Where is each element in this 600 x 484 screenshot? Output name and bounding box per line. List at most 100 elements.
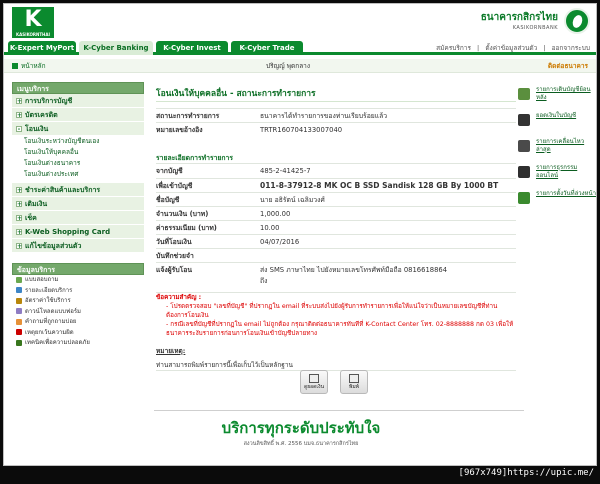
action-buttons: ดูยอดเงิน พิมพ์ [300, 370, 380, 394]
quick-link[interactable]: รายการตั้งวันที่ล่วงหน้า [518, 190, 596, 216]
sidebar-subitem-other-bank[interactable]: โอนเงินต่างธนาคาร [12, 158, 144, 169]
to-account-row: เพื่อเข้าบัญชี 011-8-37912-8 MK OC B SSD … [156, 178, 516, 192]
status-label: สถานะการทำรายการ [156, 112, 220, 120]
date-label: วันที่โอนเงิน [156, 238, 192, 246]
print-button[interactable]: พิมพ์ [340, 370, 368, 394]
info-item[interactable]: ดาวน์โหลดแบบฟอร์ม [12, 307, 144, 318]
fee-label: ค่าธรรมเนียม (บาท) [156, 224, 217, 232]
notice-heading: ข้อความสำคัญ : [156, 294, 202, 301]
account-name-label: ชื่อบัญชี [156, 196, 180, 204]
header: K KASIKORNTHAI ธนาคารกสิกรไทย KASIKORNBA… [4, 4, 596, 40]
fee-value: 10.00 [260, 224, 280, 232]
quick-link-label: รายการตั้งวันที่ล่วงหน้า [536, 190, 596, 197]
quick-link-icon [518, 88, 530, 100]
notify-value: ส่ง SMS ภาษาไทย ไปยังหมายเลขโทรศัพท์มือถ… [260, 266, 448, 274]
sidebar-item-web-shopping-card[interactable]: + K-Web Shopping Card [12, 225, 144, 239]
date-row: วันที่โอนเงิน 04/07/2016 [156, 234, 516, 248]
amount-value: 1,000.00 [260, 210, 291, 218]
info-item[interactable]: เทคนิคเพื่อความปลอดภัย [12, 338, 144, 349]
sidebar-subitem-own-account[interactable]: โอนเงินระหว่างบัญชีตนเอง [12, 136, 144, 147]
info-item-icon [16, 318, 22, 325]
sidebar-item-label: K-Web Shopping Card [25, 228, 111, 236]
quick-link[interactable]: รายการเคลื่อนไหวล่าสุด [518, 138, 596, 164]
reference-label: หมายเลขอ้างอิง [156, 126, 203, 134]
info-item[interactable]: เหตุยกเว้นความผิด [12, 328, 144, 339]
sidebar-item-label: เช็ค [25, 214, 37, 222]
sidebar-item-edit-profile[interactable]: + แก้ไขข้อมูลส่วนตัว [12, 239, 144, 253]
tab-k-cyber-invest[interactable]: K-Cyber Invest [156, 41, 228, 55]
apply-link[interactable]: สมัครบริการ [436, 44, 471, 52]
quick-link[interactable]: ยอดเงินในบัญชี [518, 112, 596, 138]
sidebar-item-label: แก้ไขข้อมูลส่วนตัว [25, 242, 82, 250]
quick-link-icon [518, 166, 530, 178]
home-link[interactable]: หน้าหลัก [12, 59, 46, 73]
bank-name-english: KASIKORNBANK [512, 25, 558, 31]
info-item[interactable]: คำถามที่ถูกถามบ่อย [12, 317, 144, 328]
logout-link[interactable]: ออกจากระบบ [552, 44, 590, 52]
info-item-label: คำถามที่ถูกถามบ่อย [25, 318, 77, 325]
bank-name-thai: ธนาคารกสิกรไทย [480, 12, 558, 23]
quick-link[interactable]: รายการธุรกรรมออนไลน์ [518, 164, 596, 190]
important-notice: ข้อความสำคัญ : - โปรดตรวจสอบ "เลขที่บัญช… [156, 292, 516, 338]
info-item-icon [16, 276, 22, 283]
info-item[interactable]: รายละเอียดบริการ [12, 286, 144, 297]
logo-subtext: KASIKORNTHAI [12, 32, 54, 38]
top-links: สมัครบริการ | ตั้งค่าข้อมูลส่วนตัว | ออก… [436, 44, 590, 52]
amount-row: จำนวนเงิน (บาท) 1,000.00 [156, 206, 516, 220]
printer-icon [349, 374, 359, 383]
info-item-icon [16, 287, 22, 293]
quick-link-label: รายการเคลื่อนไหวล่าสุด [536, 138, 585, 153]
sidebar-item-top-up[interactable]: + เติมเงิน [12, 197, 144, 211]
remark-label: หมายเหตุ: [156, 347, 186, 355]
home-label: หน้าหลัก [21, 62, 46, 70]
sidebar-item-label: การบริการบัญชี [25, 97, 73, 105]
sidebar-item-label: โอนเงิน [25, 125, 49, 133]
quick-link[interactable]: รายการเดินบัญชีย้อนหลัง [518, 86, 596, 112]
quick-links: รายการเดินบัญชีย้อนหลัง ยอดเงินในบัญชีราย… [518, 86, 596, 216]
sidebar-item-bill-payment[interactable]: + ชำระค่าสินค้าและบริการ [12, 183, 144, 197]
settings-link[interactable]: ตั้งค่าข้อมูลส่วนตัว [485, 44, 537, 52]
to-account-value: 011-8-37912-8 MK OC B SSD Sandisk 128 GB… [260, 181, 499, 190]
from-account-row: จากบัญชี 485-2-41425-7 [156, 164, 516, 178]
tab-k-cyber-banking[interactable]: K-Cyber Banking [79, 41, 153, 55]
reference-value: TRTR160704133007040 [260, 126, 343, 134]
info-item-icon [16, 297, 22, 304]
date-value: 04/07/2016 [260, 238, 300, 246]
from-account-value: 485-2-41425-7 [260, 167, 311, 175]
slogan: บริการทุกระดับประทับใจ [221, 419, 381, 437]
expand-icon: + [16, 112, 23, 119]
status-value: ธนาคารได้ทำรายการของท่านเรียบร้อยแล้ว [260, 112, 388, 120]
tab-k-expert-myport[interactable]: K-Expert MyPort [8, 41, 76, 55]
quick-link-label: ยอดเงินในบัญชี [536, 112, 577, 119]
info-item-icon [16, 308, 22, 314]
info-item[interactable]: แบบสอบถาม [12, 275, 144, 286]
details-section-label: รายละเอียดการทำรายการ [156, 152, 516, 164]
view-balance-button[interactable]: ดูยอดเงิน [300, 370, 328, 394]
sidebar-item-cheque[interactable]: + เช็ค [12, 211, 144, 225]
quick-link-icon [518, 114, 530, 126]
quick-link-label: รายการธุรกรรมออนไลน์ [536, 164, 578, 179]
info-item[interactable]: อัตราค่าใช้บริการ [12, 296, 144, 307]
notify-label: แจ้งผู้รับโอน [156, 266, 193, 274]
sidebar-item-credit-card[interactable]: + บัตรเครดิต [12, 108, 144, 122]
sidebar: เมนูบริการ + การบริการบัญชี + บัตรเครดิต -… [12, 82, 144, 349]
account-name-row: ชื่อบัญชี นาย อธิรัตน์ เฉลิมวงศ์ [156, 192, 516, 206]
balance-icon [309, 374, 319, 383]
sidebar-subitem-overseas[interactable]: โอนเงินต่างประเทศ [12, 169, 144, 180]
image-host-credit[interactable]: [967x749]https://upic.me/ [459, 468, 594, 478]
image-host-bar: [967x749]https://upic.me/ [0, 466, 600, 484]
footer-divider [154, 410, 524, 411]
sidebar-subitem-other-person[interactable]: โอนเงินให้บุคคลอื่น [12, 147, 144, 158]
info-item-icon [16, 329, 22, 335]
contact-bank-link[interactable]: ติดต่อธนาคาร [548, 59, 588, 73]
kasikorn-logo[interactable]: K KASIKORNTHAI [12, 7, 54, 38]
sidebar-item-account-services[interactable]: + การบริการบัญชี [12, 94, 144, 108]
info-item-label: ดาวน์โหลดแบบฟอร์ม [25, 307, 82, 315]
sidebar-item-transfer[interactable]: - โอนเงิน [12, 122, 144, 136]
notify-row: แจ้งผู้รับโอน ส่ง SMS ภาษาไทย ไปยังหมายเล… [156, 262, 516, 276]
expand-icon: + [16, 243, 23, 250]
quick-link-icon [518, 140, 530, 152]
sidebar-item-label: เติมเงิน [25, 200, 48, 208]
tab-k-cyber-trade[interactable]: K-Cyber Trade [231, 41, 303, 55]
info-item-label: รายละเอียดบริการ [25, 286, 73, 294]
